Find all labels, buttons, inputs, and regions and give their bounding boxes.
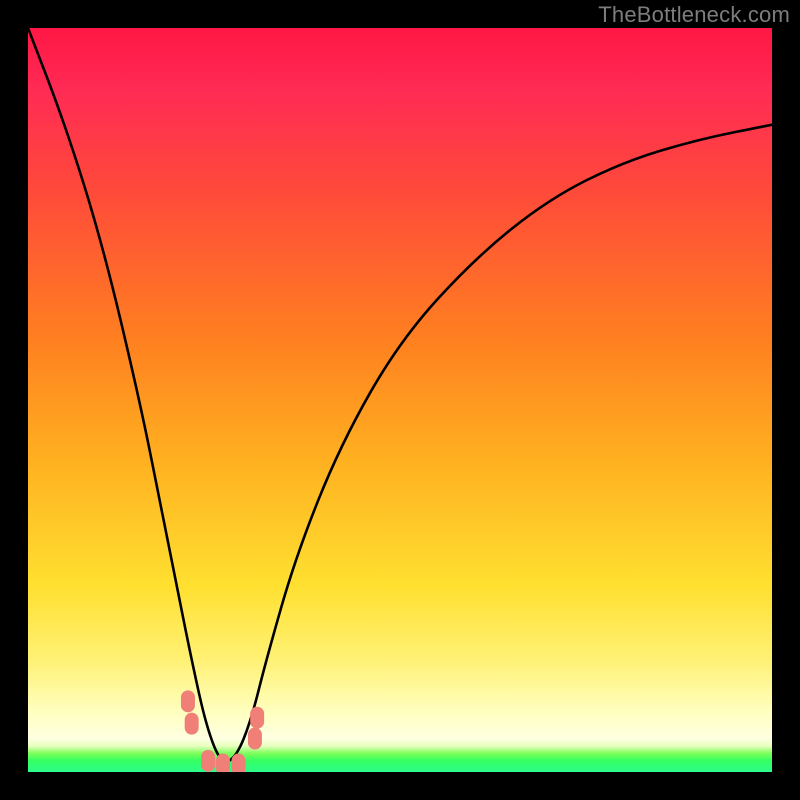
watermark-text: TheBottleneck.com [598,2,790,28]
marker-1 [185,713,199,735]
marker-6 [250,707,264,729]
marker-3 [216,754,230,772]
bottleneck-curve [28,28,772,761]
curve-svg [28,28,772,772]
outer-frame: TheBottleneck.com [0,0,800,800]
marker-group [181,690,264,772]
marker-4 [232,754,246,772]
curve-path [28,28,772,761]
marker-5 [248,728,262,750]
marker-2 [201,750,215,772]
plot-area [28,28,772,772]
marker-0 [181,690,195,712]
